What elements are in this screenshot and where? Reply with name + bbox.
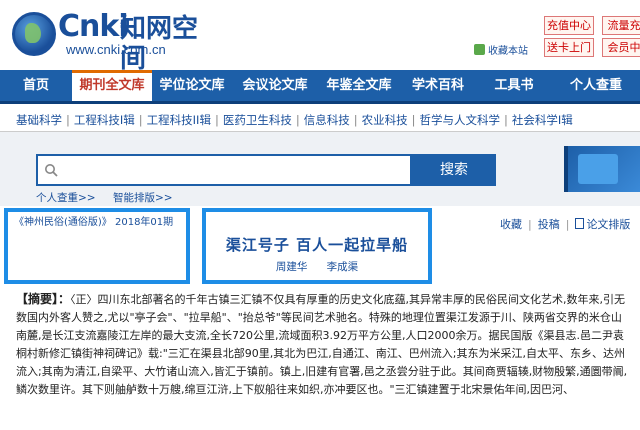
bookmark-icon [474,44,485,55]
nav-theses[interactable]: 学位论文库 [152,70,232,101]
subject-agriculture[interactable]: 农业科技 [362,112,408,128]
header: Cnki 知网空间 www.cnki.com.cn 收藏本站 充值中心 流量充 … [0,0,640,74]
submit-link[interactable]: 投稿 [538,216,560,232]
nav-plagiarism-check[interactable]: 个人查重 [552,70,640,101]
subject-basic-science[interactable]: 基础科学 [16,112,62,128]
nav-reference-books[interactable]: 工具书 [476,70,552,101]
title-box: 渠江号子 百人一起拉旱船 周建华 李成渠 [202,208,432,284]
plagiarism-check-link[interactable]: 个人查重>> [36,192,96,204]
nav-encyclopedia[interactable]: 学术百科 [400,70,476,101]
abstract-label: 【摘要】： [16,292,71,306]
author-link[interactable]: 李成渠 [327,261,359,273]
subject-medicine[interactable]: 医药卫生科技 [223,112,292,128]
document-icon [575,218,585,229]
member-center-button[interactable]: 会员中 [602,38,640,57]
authors: 周建华 李成渠 [206,259,428,274]
divider: | [66,112,70,127]
article-actions: 收藏 | 投稿 | 论文排版 [500,216,630,232]
bookmark-link[interactable]: 收藏本站 [474,42,528,57]
subject-engineering-1[interactable]: 工程科技I辑 [74,112,135,128]
search-links: 个人查重>> 智能排版>> [36,190,187,205]
search-area: 搜索 个人查重>> 智能排版>> [0,132,640,206]
nav-yearbooks[interactable]: 年鉴全文库 [318,70,400,101]
subject-information[interactable]: 信息科技 [304,112,350,128]
logo-brand: Cnki [58,9,129,44]
paper-layout-link[interactable]: 论文排版 [575,216,630,232]
divider: | [565,217,570,231]
nav-conferences[interactable]: 会议论文库 [232,70,318,101]
search-icon [45,164,58,177]
divider: | [214,112,219,127]
cnki-logo[interactable]: Cnki 知网空间 www.cnki.com.cn [8,8,213,74]
smart-layout-link[interactable]: 智能排版>> [113,192,173,204]
card-delivery-button[interactable]: 送卡上门 [544,38,594,57]
nav-journals[interactable]: 期刊全文库 [72,70,152,101]
divider: | [138,112,143,127]
main-nav: 首页 期刊全文库 学位论文库 会议论文库 年鉴全文库 学术百科 工具书 个人查重 [0,70,640,104]
recharge-center-button[interactable]: 充值中心 [544,16,594,35]
logo-url: www.cnki.com.cn [66,42,166,57]
subject-engineering-2[interactable]: 工程科技II辑 [147,112,211,128]
divider: | [528,217,532,231]
traffic-recharge-button[interactable]: 流量充 [602,16,640,35]
subject-social-science-1[interactable]: 社会科学I辑 [512,112,573,128]
source-box: 《神州民俗(通俗版)》 2018年01期 [4,208,190,284]
divider: | [295,112,300,127]
search-input[interactable] [36,154,412,186]
bookmark-label: 收藏本站 [488,46,528,57]
article-title: 渠江号子 百人一起拉旱船 [225,236,409,254]
author-link[interactable]: 周建华 [276,261,308,273]
divider: | [353,112,358,127]
divider: | [503,112,508,127]
abstract-text: 〈正〉四川东北部著名的千年古镇三汇镇不仅具有厚重的历史文化底蕴,其异常丰厚的民俗… [16,293,628,396]
banner-image [578,154,618,184]
subject-humanities[interactable]: 哲学与人文科学 [419,112,500,128]
promo-banner[interactable] [564,146,640,192]
subject-nav: 基础科学 | 工程科技I辑 | 工程科技II辑 | 医药卫生科技 | 信息科技 | 农业科… [0,108,640,132]
paper-layout-label: 论文排版 [586,218,631,231]
globe-icon [12,12,56,56]
search-button[interactable]: 搜索 [412,154,496,186]
abstract: 【摘要】：〈正〉四川东北部著名的千年古镇三汇镇不仅具有厚重的历史文化底蕴,其异常… [16,290,632,399]
nav-home[interactable]: 首页 [0,70,72,101]
journal-source[interactable]: 《神州民俗(通俗版)》 2018年01期 [14,216,180,229]
divider: | [411,112,416,127]
favorite-link[interactable]: 收藏 [500,216,522,232]
